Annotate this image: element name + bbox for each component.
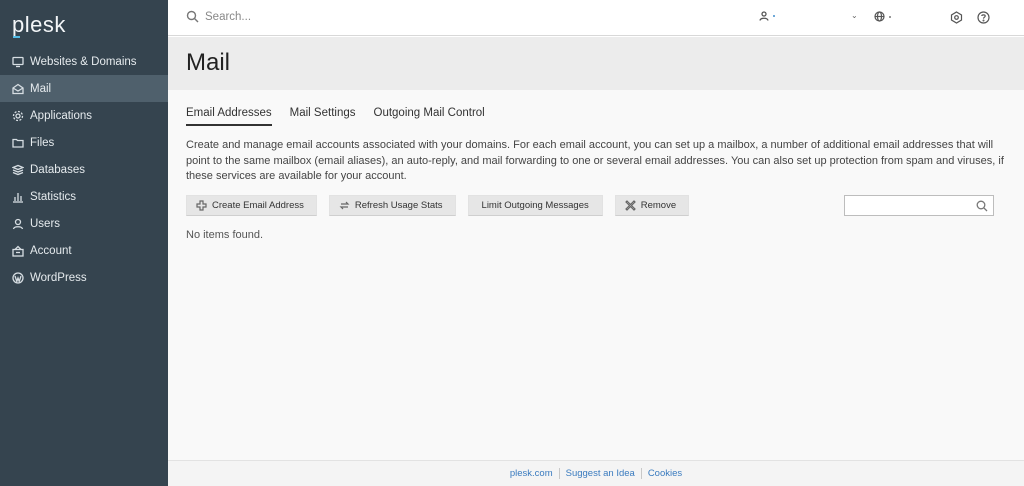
user-status-dot [773,15,775,17]
refresh-icon [339,201,350,210]
search-icon[interactable] [976,200,988,212]
chevron-down-icon: ⌄ [851,11,858,20]
footer-link-cookies[interactable]: Cookies [648,468,682,479]
sidebar-item-files[interactable]: Files [0,129,168,156]
footer-link-suggest-idea[interactable]: Suggest an Idea [566,468,635,479]
sidebar-item-users[interactable]: Users [0,210,168,237]
main-content: Email Addresses Mail Settings Outgoing M… [168,90,1024,460]
footer-divider [640,468,642,479]
sidebar: plesk Websites & Domains Mail Applicatio… [0,0,168,486]
sidebar-item-websites-domains[interactable]: Websites & Domains [0,48,168,75]
plesk-logo[interactable]: plesk [0,0,168,48]
tab-mail-settings[interactable]: Mail Settings [290,107,356,126]
button-label: Create Email Address [212,200,304,211]
button-label: Limit Outgoing Messages [481,200,589,211]
sidebar-item-label: Files [30,136,55,149]
user-icon [759,11,769,21]
database-icon [12,164,24,176]
help-button[interactable] [977,11,990,27]
search-placeholder: Search... [205,10,252,23]
remove-icon [624,200,636,211]
refresh-usage-stats-button[interactable]: Refresh Usage Stats [328,195,456,216]
sidebar-item-label: Statistics [30,190,77,203]
limit-outgoing-messages-button[interactable]: Limit Outgoing Messages [467,195,603,216]
logo-text: plesk [12,12,66,37]
list-search-input[interactable] [845,196,973,215]
sidebar-item-label: WordPress [30,271,87,284]
footer-link-plesk[interactable]: plesk.com [510,468,553,479]
page-title: Mail [186,49,231,76]
sidebar-item-label: Users [30,217,61,230]
sidebar-item-label: Databases [30,163,85,176]
global-search[interactable]: Search... [186,10,251,23]
page-description: Create and manage email accounts associa… [186,139,1004,182]
tab-email-addresses[interactable]: Email Addresses [186,107,272,126]
plus-icon [196,200,207,211]
footer-divider [558,468,560,479]
extensions-button[interactable] [950,11,963,27]
subscription-status-dot [889,15,891,18]
mail-icon [12,83,24,95]
globe-icon [874,11,885,22]
create-email-address-button[interactable]: Create Email Address [186,195,317,216]
folder-icon [12,137,24,149]
tab-outgoing-mail-control[interactable]: Outgoing Mail Control [374,107,485,126]
sidebar-item-account[interactable]: Account [0,237,168,264]
list-search-field[interactable] [844,195,994,216]
button-label: Remove [640,200,677,211]
help-icon [977,11,990,24]
user-icon [12,218,24,230]
sidebar-item-label: Account [30,244,72,257]
sidebar-item-label: Websites & Domains [30,55,137,68]
chart-icon [12,191,24,203]
extensions-icon [950,11,963,24]
search-icon [186,10,199,23]
page-header: Mail [168,37,1024,90]
sidebar-item-mail[interactable]: Mail [0,75,168,102]
remove-button[interactable]: Remove [614,195,690,216]
sidebar-item-applications[interactable]: Applications [0,102,168,129]
sidebar-item-label: Mail [30,82,52,95]
footer: plesk.com Suggest an Idea Cookies [168,460,1024,486]
wordpress-icon [12,271,24,284]
subscription-selector[interactable] [874,11,891,22]
button-label: Refresh Usage Stats [354,200,443,211]
logo-accent [13,36,20,38]
sidebar-item-databases[interactable]: Databases [0,156,168,183]
monitor-icon [12,56,24,68]
sidebar-item-wordpress[interactable]: WordPress [0,264,168,291]
sidebar-item-statistics[interactable]: Statistics [0,183,168,210]
sidebar-item-label: Applications [30,109,93,122]
account-icon [12,245,24,257]
topbar: Search... ⌄ [168,0,1024,36]
toolbar: Create Email Address Refresh Usage Stats… [186,195,701,216]
user-menu[interactable]: ⌄ [759,11,858,21]
empty-list-message: No items found. [186,229,264,241]
gear-icon [12,110,24,122]
